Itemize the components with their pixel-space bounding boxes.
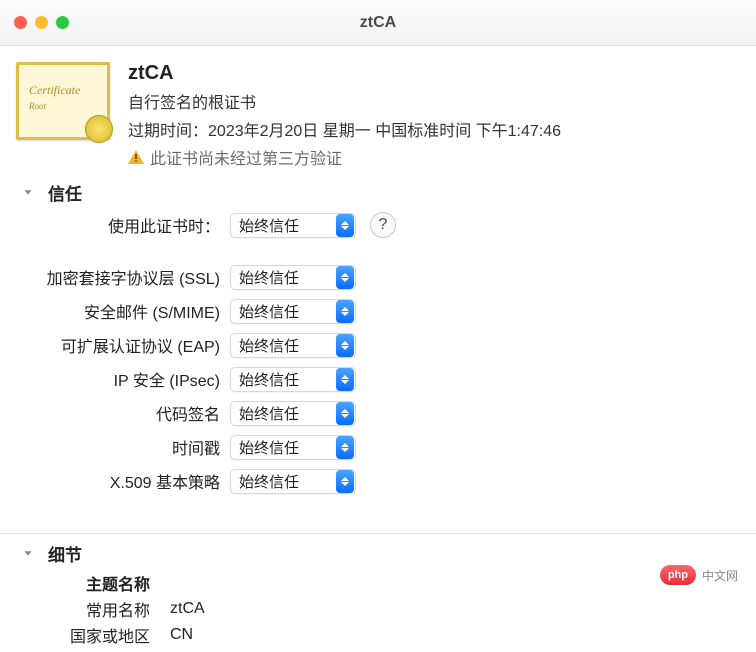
policy-select-eap[interactable]: 始终信任 [230,333,356,358]
trust-disclosure-toggle[interactable] [14,181,42,203]
policy-row-timestamp: 时间戳 始终信任 [0,433,756,461]
policy-row-x509: X.509 基本策略 始终信任 [0,467,756,495]
seal-icon [85,115,113,143]
zoom-window-button[interactable] [56,16,69,29]
details-section-title: 细节 [48,541,82,566]
certificate-name: ztCA [128,62,561,85]
watermark: php 中文网 [660,565,738,585]
certificate-expiry: 过期时间：2023年2月20日 星期一 中国标准时间 下午1:47:46 [128,117,561,141]
certificate-subtitle: 自行签名的根证书 [128,89,561,113]
policy-select-x509[interactable]: 始终信任 [230,469,356,494]
policy-select-ssl[interactable]: 始终信任 [230,265,356,290]
policy-row-ssl: 加密套接字协议层 (SSL) 始终信任 [0,263,756,291]
select-stepper-icon [336,402,354,425]
warning-icon [128,150,144,164]
policy-row-codesign: 代码签名 始终信任 [0,399,756,427]
trust-section-title: 信任 [48,180,82,205]
select-stepper-icon [336,300,354,323]
trust-section: 信任 使用此证书时： 始终信任 ? 加密套接字协议层 (SSL) 始终信任 安全… [0,177,756,525]
certificate-warning: 此证书尚未经过第三方验证 [128,145,561,169]
window-title: ztCA [0,14,756,32]
policy-row-eap: 可扩展认证协议 (EAP) 始终信任 [0,331,756,359]
select-stepper-icon [336,334,354,357]
select-stepper-icon [336,214,354,237]
trust-help-button[interactable]: ? [370,212,396,238]
window-controls [14,16,69,29]
minimize-window-button[interactable] [35,16,48,29]
policy-select-smime[interactable]: 始终信任 [230,299,356,324]
certificate-icon: Certificate Root [16,62,110,140]
trust-use-label: 使用此证书时： [0,213,230,237]
select-stepper-icon [336,470,354,493]
watermark-badge: php [660,565,696,585]
select-stepper-icon [336,266,354,289]
trust-use-select[interactable]: 始终信任 [230,213,356,238]
detail-row-country: 国家或地区 CN [0,622,756,648]
details-disclosure-toggle[interactable] [14,542,42,564]
close-window-button[interactable] [14,16,27,29]
policy-row-smime: 安全邮件 (S/MIME) 始终信任 [0,297,756,325]
section-divider [0,533,756,534]
subject-name-heading: 主题名称 [0,570,756,596]
details-section: 细节 主题名称 常用名称 ztCA 国家或地区 CN [0,538,756,652]
certificate-header: Certificate Root ztCA 自行签名的根证书 过期时间：2023… [0,46,756,177]
trust-use-row: 使用此证书时： 始终信任 ? [0,211,756,239]
title-bar: ztCA [0,0,756,46]
select-stepper-icon [336,436,354,459]
detail-row-common-name: 常用名称 ztCA [0,596,756,622]
select-stepper-icon [336,368,354,391]
policy-select-timestamp[interactable]: 始终信任 [230,435,356,460]
policy-select-codesign[interactable]: 始终信任 [230,401,356,426]
policy-row-ipsec: IP 安全 (IPsec) 始终信任 [0,365,756,393]
watermark-text: 中文网 [702,567,738,584]
policy-select-ipsec[interactable]: 始终信任 [230,367,356,392]
